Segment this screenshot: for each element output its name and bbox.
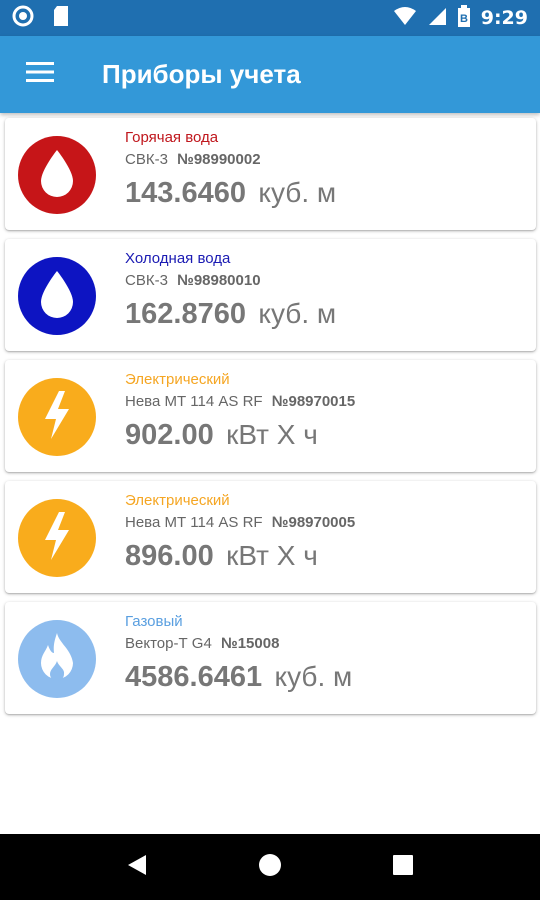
reading-unit: кВт Х ч [226, 419, 318, 450]
meter-model: Вектор-Т G4 [125, 635, 212, 652]
reading-value: 902.00 [125, 419, 214, 451]
menu-button[interactable] [0, 36, 80, 113]
meter-number: №98980010 [177, 272, 261, 289]
reading-unit: кВт Х ч [226, 540, 318, 571]
reading-value: 4586.6461 [125, 661, 263, 693]
reading-value: 162.8760 [125, 298, 246, 330]
meter-number: №98970015 [271, 393, 356, 410]
meter-type: Газовый [125, 613, 183, 630]
sync-icon [12, 5, 34, 32]
meter-model: СВК-3 [125, 151, 168, 168]
wifi-icon [393, 6, 417, 31]
sd-card-icon [52, 5, 70, 32]
water-drop-icon [37, 269, 77, 324]
meter-type: Электрический [125, 492, 230, 509]
meter-icon-circle [18, 378, 96, 456]
status-time: 9:29 [480, 7, 528, 29]
meter-model: Нева МТ 114 AS RF [125, 393, 263, 410]
meter-card-hot-water[interactable]: Горячая вода СВК-3 №98990002 143.6460 ку… [5, 118, 536, 230]
meter-icon-circle [18, 499, 96, 577]
back-triangle-icon [126, 853, 148, 882]
battery-label: B [460, 13, 468, 25]
reading-unit: куб. м [258, 298, 337, 329]
recents-button[interactable] [373, 837, 433, 897]
page-title: Приборы учета [102, 59, 301, 89]
battery-icon: B [457, 4, 471, 32]
meter-card-gas[interactable]: Газовый Вектор-Т G4 №15008 4586.6461 куб… [5, 602, 536, 714]
meter-number: №15008 [220, 635, 280, 652]
reading-unit: куб. м [274, 661, 353, 692]
meter-card-electric[interactable]: Электрический Нева МТ 114 AS RF №9897001… [5, 360, 536, 472]
hamburger-menu-icon [26, 61, 54, 88]
reading-unit: куб. м [258, 177, 337, 208]
meter-card-electric[interactable]: Электрический Нева МТ 114 AS RF №9897000… [5, 481, 536, 593]
meter-type: Горячая вода [125, 129, 219, 146]
meter-type: Электрический [125, 371, 230, 388]
status-bar: B 9:29 [0, 0, 540, 36]
meter-icon-circle [18, 136, 96, 214]
home-button[interactable] [240, 837, 300, 897]
home-circle-icon [258, 853, 282, 882]
meter-type: Холодная вода [125, 250, 231, 267]
water-drop-icon [37, 148, 77, 203]
meter-card-cold-water[interactable]: Холодная вода СВК-3 №98980010 162.8760 к… [5, 239, 536, 351]
flame-icon [35, 631, 79, 688]
app-bar: Приборы учета [0, 36, 540, 113]
signal-icon [427, 6, 447, 31]
system-nav-bar [0, 834, 540, 900]
meter-number: №98990002 [177, 151, 261, 168]
reading-value: 896.00 [125, 540, 214, 572]
meter-icon-circle [18, 257, 96, 335]
meter-model: СВК-3 [125, 272, 168, 289]
meter-model: Нева МТ 114 AS RF [125, 514, 263, 531]
meter-icon-circle [18, 620, 96, 698]
reading-value: 143.6460 [125, 177, 246, 209]
lightning-icon [39, 510, 75, 567]
lightning-icon [39, 389, 75, 446]
meter-number: №98970005 [271, 514, 356, 531]
recents-square-icon [392, 854, 414, 881]
back-button[interactable] [107, 837, 167, 897]
